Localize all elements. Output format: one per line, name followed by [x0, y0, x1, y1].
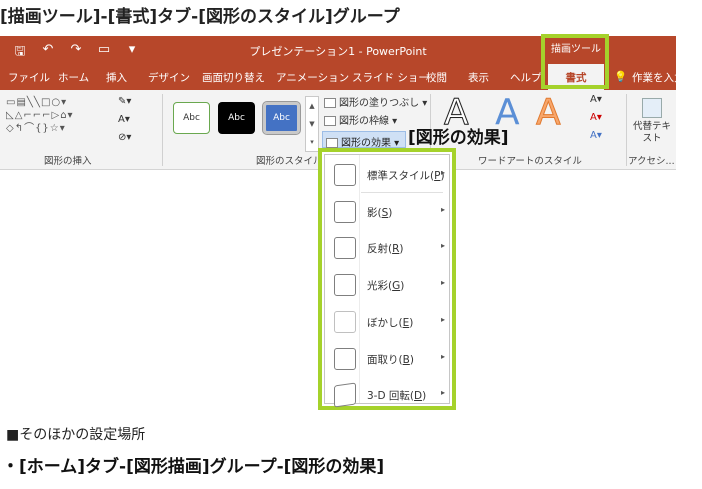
menu-item-preset[interactable]: 標準スタイル(P) ▸ [325, 160, 451, 190]
menu-item-bevel[interactable]: 面取り(B) ▸ [325, 344, 451, 374]
tab-insert[interactable]: 挿入 [106, 70, 127, 85]
shape-fill-label: 図形の塗りつぶし [339, 98, 420, 109]
text-box-icon[interactable]: A▾ [118, 114, 130, 125]
group-divider [626, 94, 627, 166]
shape-outline-label: 図形の枠線 [339, 116, 389, 127]
tab-design[interactable]: デザイン [148, 70, 190, 85]
shape-style-swatch-blue[interactable]: Abc [262, 101, 301, 135]
tell-me-box[interactable]: 作業を入力 [632, 70, 676, 85]
effects-annotation: [図形の効果] [408, 128, 509, 148]
style-gallery-scroll[interactable]: ▲ ▼ ▾ [305, 96, 319, 152]
access-key: S [381, 207, 389, 219]
format-tab-highlight [541, 34, 609, 89]
menu-item-label: 3-D 回転 [367, 390, 410, 402]
menu-item-reflection[interactable]: 反射(R) ▸ [325, 233, 451, 263]
tab-review[interactable]: 校閲 [426, 70, 447, 85]
alt-text-icon [642, 98, 662, 118]
top-caption: [描画ツール]-[書式]タブ-[図形のスタイル]グループ [0, 7, 400, 27]
menu-item-label: 反射 [367, 243, 388, 255]
group-label-insert-shapes: 図形の挿入 [44, 156, 92, 167]
menu-item-soft-edges[interactable]: ぼかし(E) ▸ [325, 307, 451, 337]
menu-panel: 標準スタイル(P) ▸ 影(S) ▸ 反射(R) ▸ 光彩(G) ▸ ぼかし(E… [324, 154, 451, 408]
3d-rotation-icon [334, 382, 356, 408]
menu-item-glow[interactable]: 光彩(G) ▸ [325, 270, 451, 300]
other-locations-heading: ■そのほかの設定場所 [6, 427, 146, 443]
submenu-arrow-icon: ▸ [440, 315, 445, 324]
wordart-style-orange[interactable]: A [536, 92, 562, 134]
shape-style-swatch-black[interactable]: Abc [218, 102, 255, 134]
paint-bucket-icon [324, 98, 336, 108]
shape-outline-button[interactable]: 図形の枠線 ▾ [324, 112, 397, 127]
glow-icon [334, 274, 356, 296]
menu-item-label: 光彩 [367, 280, 388, 292]
tab-file[interactable]: ファイル [8, 70, 50, 85]
shape-style-swatch-outline[interactable]: Abc [173, 102, 210, 134]
access-key: P [434, 170, 441, 182]
submenu-arrow-icon: ▸ [440, 205, 445, 214]
alt-text-button[interactable]: 代替テキスト [630, 98, 674, 145]
tab-slideshow[interactable]: スライド ショー [352, 70, 429, 85]
text-outline-button[interactable]: A▾ [590, 112, 602, 123]
shapes-gallery[interactable]: ▭▤╲╲□○▾ ◺△⌐⌐⌐▷⌂▾ ◇↰⌒{}☆▾ [6, 96, 110, 150]
bottom-caption: ・[ホーム]タブ-[図形描画]グループ-[図形の効果] [2, 457, 385, 477]
tab-home[interactable]: ホーム [58, 70, 89, 85]
shape-effects-menu: 標準スタイル(P) ▸ 影(S) ▸ 反射(R) ▸ 光彩(G) ▸ ぼかし(E… [318, 148, 456, 410]
menu-item-label: 標準スタイル [367, 170, 430, 182]
submenu-arrow-icon: ▸ [440, 278, 445, 287]
submenu-arrow-icon: ▸ [440, 352, 445, 361]
group-label-wordart: ワードアートのスタイル [478, 156, 582, 167]
pen-icon [324, 116, 336, 126]
tab-help[interactable]: ヘルプ [510, 70, 542, 85]
shape-fill-button[interactable]: 図形の塗りつぶし ▾ [324, 94, 427, 109]
group-label-accessibility: アクセシ... [628, 156, 675, 167]
menu-item-label: 面取り [367, 354, 399, 366]
tab-transitions[interactable]: 画面切り替え [202, 70, 265, 85]
text-effects-button[interactable]: A▾ [590, 130, 602, 141]
shadow-icon [334, 201, 356, 223]
menu-item-label: 影 [367, 207, 378, 219]
access-key: R [392, 243, 400, 255]
bevel-icon [334, 348, 356, 370]
access-key: G [392, 280, 401, 292]
text-fill-button[interactable]: A▾ [590, 94, 602, 105]
access-key: E [402, 317, 410, 329]
menu-divider [361, 192, 443, 193]
reflection-icon [334, 237, 356, 259]
shape-effects-button[interactable]: 図形の効果 ▾ [322, 131, 406, 149]
tab-animations[interactable]: アニメーション [276, 70, 349, 85]
effects-icon [326, 138, 338, 148]
access-key: B [402, 354, 410, 366]
submenu-arrow-icon: ▸ [440, 388, 445, 397]
merge-shapes-icon[interactable]: ⊘▾ [118, 132, 131, 143]
lightbulb-icon[interactable]: 💡 [614, 70, 627, 83]
submenu-arrow-icon: ▸ [440, 241, 445, 250]
edit-shape-icon[interactable]: ✎▾ [118, 96, 131, 107]
access-key: D [414, 390, 423, 402]
menu-item-label: ぼかし [367, 317, 399, 329]
tab-view[interactable]: 表示 [468, 70, 489, 85]
menu-item-shadow[interactable]: 影(S) ▸ [325, 197, 451, 227]
soft-edges-icon [334, 311, 356, 333]
submenu-arrow-icon: ▸ [440, 168, 445, 177]
alt-text-label: 代替テキスト [632, 121, 671, 144]
group-divider [162, 94, 163, 166]
group-label-shape-styles: 図形のスタイル [256, 156, 323, 167]
menu-item-3d-rotation[interactable]: 3-D 回転(D) ▸ [325, 380, 451, 410]
preset-icon [334, 164, 356, 186]
